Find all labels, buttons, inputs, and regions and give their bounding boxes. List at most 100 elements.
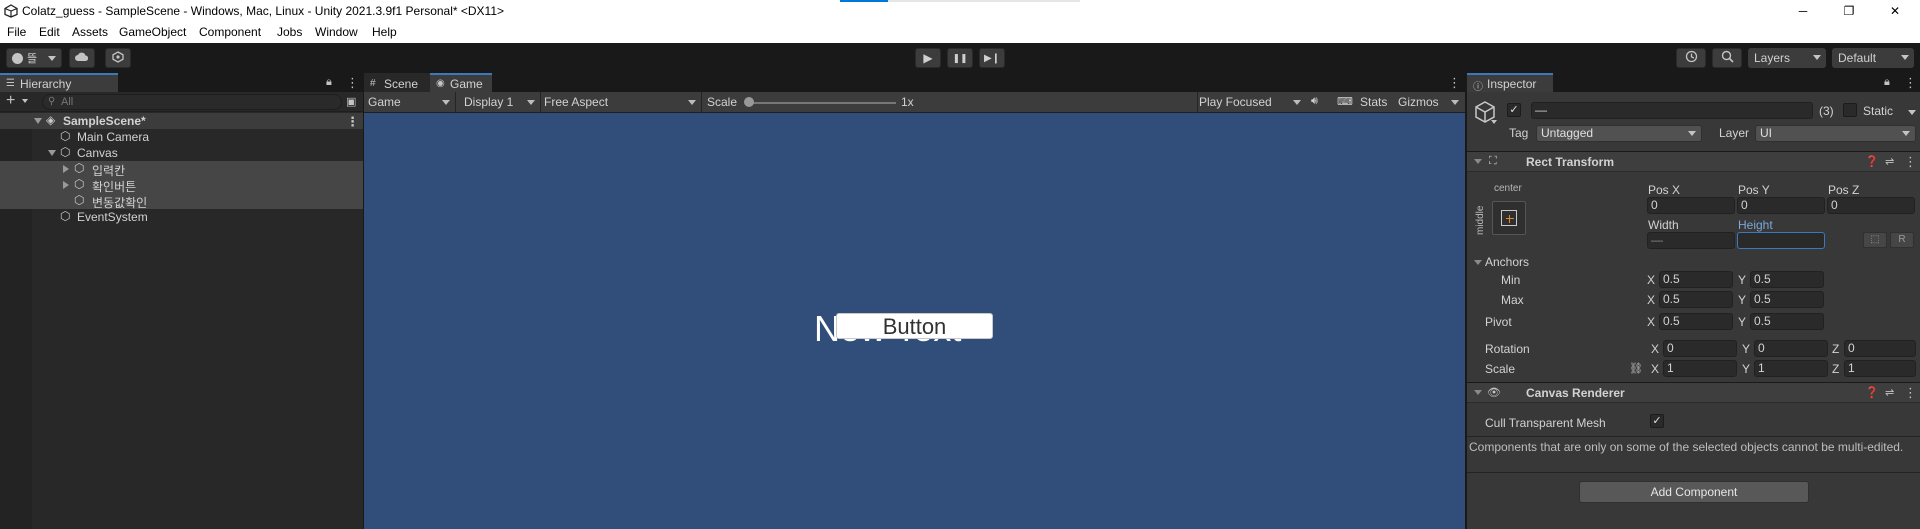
scale-slider-track[interactable]	[746, 102, 896, 104]
preset-icon[interactable]: ⇌	[1885, 155, 1894, 168]
game-ui-button[interactable]: Button	[836, 313, 993, 339]
object-name-field[interactable]: —	[1531, 102, 1813, 119]
game-canvas[interactable]: New Text Button	[364, 113, 1465, 529]
anchor-max-x-field[interactable]: 0.5	[1659, 291, 1733, 308]
more-menu-icon[interactable]: ⋮	[1904, 385, 1917, 401]
menu-component[interactable]: Component	[199, 25, 261, 39]
hierarchy-item-confirm-button[interactable]: ⬡ 확인버튼	[0, 177, 363, 194]
help-icon[interactable]: ❓	[1865, 386, 1879, 399]
cloud-button[interactable]	[69, 48, 95, 68]
pos-y-field[interactable]: 0	[1737, 197, 1825, 214]
tag-dropdown[interactable]: Untagged	[1536, 125, 1702, 142]
hierarchy-scene-row[interactable]: ◈ SampleScene* ⋮	[0, 113, 363, 129]
menu-edit[interactable]: Edit	[39, 25, 60, 39]
foldout-arrow-icon[interactable]	[1474, 390, 1482, 395]
minimize-button[interactable]: ─	[1780, 0, 1826, 22]
more-menu-icon[interactable]: ⋮	[1904, 154, 1917, 170]
add-component-button[interactable]: Add Component	[1579, 481, 1809, 503]
rotation-z-field[interactable]: 0	[1844, 340, 1916, 357]
pivot-x-field[interactable]: 0.5	[1659, 313, 1733, 330]
stats-button[interactable]: Stats	[1360, 95, 1387, 109]
play-focused-dropdown[interactable]: Play Focused	[1199, 95, 1272, 109]
menu-window[interactable]: Window	[315, 25, 358, 39]
scale-x-field[interactable]: 1	[1663, 360, 1737, 377]
hierarchy-item-eventsystem[interactable]: ⬡ EventSystem	[0, 209, 363, 225]
multi-edit-note: Components that are only on some of the …	[1469, 440, 1904, 454]
anchor-min-x-field[interactable]: 0.5	[1659, 271, 1733, 288]
static-checkbox[interactable]	[1843, 103, 1857, 117]
raw-edit-button[interactable]: R	[1890, 232, 1914, 248]
menu-help[interactable]: Help	[372, 25, 397, 39]
hierarchy-search-input[interactable]: ⚲ All	[42, 94, 342, 110]
expand-arrow-icon[interactable]	[34, 118, 42, 124]
tab-scene[interactable]: # Scene	[364, 73, 430, 92]
close-button[interactable]: ✕	[1872, 0, 1918, 22]
active-checkbox[interactable]: ✓	[1507, 103, 1521, 117]
hierarchy-item-value-check[interactable]: ⬡ 변동값확인	[0, 193, 363, 210]
game-mode-dropdown[interactable]: Game	[368, 95, 401, 109]
display-dropdown[interactable]: Display 1	[464, 95, 513, 109]
help-icon[interactable]: ❓	[1865, 155, 1879, 168]
scale-value: 1x	[901, 95, 914, 109]
width-field[interactable]: —	[1647, 232, 1735, 249]
anchor-max-y-field[interactable]: 0.5	[1750, 291, 1824, 308]
scale-y-field[interactable]: 1	[1754, 360, 1828, 377]
add-object-button[interactable]: +	[6, 92, 15, 110]
hierarchy-item-main-camera[interactable]: ⬡ Main Camera	[0, 129, 363, 145]
gizmos-button[interactable]: Gizmos	[1398, 95, 1439, 109]
play-button[interactable]: ▶	[915, 48, 941, 68]
pause-button[interactable]: ❚❚	[947, 48, 973, 68]
history-button[interactable]	[1676, 48, 1706, 68]
menu-jobs[interactable]: Jobs	[277, 25, 302, 39]
anchor-min-y-field[interactable]: 0.5	[1750, 271, 1824, 288]
tab-game[interactable]: ◉ Game	[430, 73, 492, 92]
menu-file[interactable]: File	[7, 25, 26, 39]
layers-dropdown[interactable]: Layers	[1748, 48, 1826, 68]
more-menu-icon[interactable]: ⋮	[1448, 75, 1461, 91]
anchor-presets-button[interactable]	[1492, 201, 1526, 235]
foldout-arrow-icon[interactable]	[1474, 159, 1482, 164]
menu-gameobject[interactable]: GameObject	[119, 25, 186, 39]
blueprint-mode-button[interactable]: ⬚	[1863, 232, 1887, 248]
rotation-x-field[interactable]: 0	[1663, 340, 1737, 357]
cull-transparent-checkbox[interactable]: ✓	[1650, 414, 1664, 428]
pos-x-field[interactable]: 0	[1647, 197, 1735, 214]
rect-transform-header[interactable]: ⛶ Rect Transform ❓ ⇌ ⋮	[1467, 151, 1920, 172]
preset-icon[interactable]: ⇌	[1885, 386, 1894, 399]
scale-slider-handle[interactable]	[744, 97, 754, 107]
chevron-down-icon	[22, 99, 28, 103]
collapse-arrow-icon[interactable]	[63, 181, 69, 189]
lock-icon[interactable]: 🔒︎	[1884, 76, 1890, 89]
expand-arrow-icon[interactable]	[48, 150, 56, 156]
more-menu-icon[interactable]: ⋮	[346, 114, 359, 130]
height-field[interactable]	[1737, 232, 1825, 249]
layout-dropdown[interactable]: Default	[1832, 48, 1914, 68]
menu-assets[interactable]: Assets	[72, 25, 108, 39]
canvas-renderer-header[interactable]: 👁︎ Canvas Renderer ❓ ⇌ ⋮	[1467, 382, 1920, 403]
chevron-down-icon[interactable]	[1908, 110, 1916, 115]
tab-inspector[interactable]: ⓘ Inspector	[1467, 73, 1553, 93]
keyboard-icon[interactable]: ⌨	[1337, 95, 1353, 108]
rotation-y-field[interactable]: 0	[1754, 340, 1828, 357]
hierarchy-item-canvas[interactable]: ⬡ Canvas	[0, 145, 363, 161]
collab-button[interactable]	[105, 48, 131, 68]
maximize-button[interactable]: ❐	[1826, 0, 1872, 22]
link-icon[interactable]: ⛓	[1629, 362, 1643, 375]
lock-icon[interactable]: 🔒︎	[326, 76, 332, 89]
hierarchy-item-input[interactable]: ⬡ 입력칸	[0, 161, 363, 178]
collapse-arrow-icon[interactable]	[63, 165, 69, 173]
aspect-dropdown[interactable]: Free Aspect	[544, 95, 608, 109]
more-menu-icon[interactable]: ⋮	[1904, 75, 1917, 91]
tab-hierarchy[interactable]: ☰ Hierarchy	[0, 73, 118, 92]
account-dropdown[interactable]: 뜰	[6, 48, 62, 68]
step-button[interactable]: ▶❙	[979, 48, 1005, 68]
more-menu-icon[interactable]: ⋮	[346, 75, 359, 91]
foldout-arrow-icon[interactable]	[1474, 260, 1482, 265]
audio-mute-icon[interactable]: 🔊︎	[1311, 95, 1318, 108]
search-options-icon[interactable]: ▣	[346, 95, 356, 108]
pos-z-field[interactable]: 0	[1827, 197, 1915, 214]
layer-dropdown[interactable]: UI	[1755, 125, 1916, 142]
scale-z-field[interactable]: 1	[1844, 360, 1916, 377]
search-button[interactable]	[1712, 48, 1742, 68]
pivot-y-field[interactable]: 0.5	[1750, 313, 1824, 330]
